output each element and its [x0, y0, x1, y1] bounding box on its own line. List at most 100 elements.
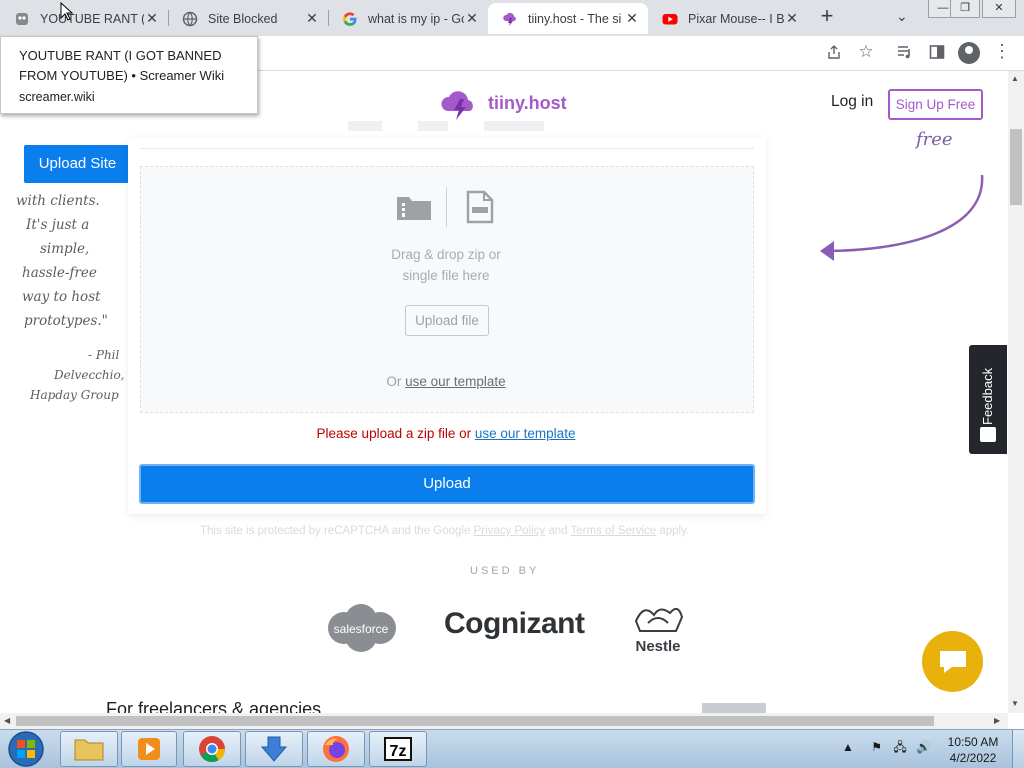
scroll-right-arrow-icon[interactable]: ▶	[994, 716, 1000, 725]
footer-partial-heading: For freelancers & agencies	[106, 699, 322, 713]
horizontal-scroll-thumb[interactable]	[16, 716, 934, 726]
scroll-down-arrow-icon[interactable]: ▼	[1011, 699, 1019, 708]
google-icon	[342, 11, 358, 27]
privacy-policy-link[interactable]: Privacy Policy	[474, 525, 546, 537]
scroll-up-arrow-icon[interactable]: ▲	[1011, 74, 1019, 83]
new-tab-button[interactable]: +	[816, 5, 838, 28]
testimonial-author-line: Hapday Group	[30, 388, 119, 402]
close-tab-icon[interactable]: ✕	[624, 10, 640, 27]
testimonial-line: simple,	[40, 241, 90, 257]
template-hint: Or use our template	[296, 374, 596, 389]
media-controls-icon[interactable]	[895, 44, 915, 65]
icon-divider	[446, 187, 447, 227]
card-divider	[140, 148, 754, 149]
tab-youtube-rant[interactable]: YOUTUBE RANT (I ✕	[0, 3, 168, 34]
screamer-favicon-icon	[14, 11, 30, 27]
drop-text-line-1: Drag & drop zip or	[391, 247, 501, 262]
show-desktop-button[interactable]	[1012, 730, 1024, 768]
vertical-scrollbar[interactable]: ▲ ▼	[1008, 71, 1024, 713]
footer-image	[702, 703, 766, 713]
recaptcha-notice: This site is protected by reCAPTCHA and …	[200, 525, 689, 537]
testimonial-author-line: - Phil	[88, 348, 120, 362]
file-explorer-taskbar-icon[interactable]	[60, 731, 118, 767]
tooltip-title: YOUTUBE RANT (I GOT BANNED FROM YOUTUBE)…	[19, 48, 225, 83]
error-use-template-link[interactable]: use our template	[475, 426, 576, 441]
tab-hover-tooltip: YOUTUBE RANT (I GOT BANNED FROM YOUTUBE)…	[0, 36, 258, 114]
tab-what-is-my-ip[interactable]: what is my ip - Go ✕	[328, 3, 488, 34]
faded-header-text	[326, 71, 576, 81]
terms-of-service-link[interactable]: Terms of Service	[571, 525, 657, 537]
tab-tiiny-host[interactable]: tiiny.host - The si ✕	[488, 3, 648, 34]
profile-avatar-icon[interactable]	[958, 42, 980, 64]
windows-start-button[interactable]	[4, 730, 48, 768]
system-tray: ▲ ⚑ 🖧 🔊	[842, 738, 931, 759]
recaptcha-text: apply.	[656, 525, 690, 537]
vertical-scroll-thumb[interactable]	[1010, 129, 1022, 205]
7zip-taskbar-icon[interactable]: 7z	[369, 731, 427, 767]
tab-strip: YOUTUBE RANT (I ✕ Site Blocked ✕ what is…	[0, 0, 1024, 36]
scroll-left-arrow-icon[interactable]: ◀	[4, 716, 10, 725]
tab-search-chevron-icon[interactable]: ⌄	[896, 8, 908, 25]
bookmark-star-icon[interactable]: ☆	[856, 42, 876, 62]
firefox-taskbar-icon[interactable]	[307, 731, 365, 767]
close-tab-icon[interactable]: ✕	[144, 10, 160, 27]
network-icon[interactable]: 🖧	[893, 740, 906, 754]
error-message: Please upload a zip file or use our temp…	[246, 426, 646, 441]
youtube-icon	[662, 11, 678, 27]
menu-kebab-icon[interactable]: ⋮	[992, 41, 1012, 62]
close-window-button[interactable]: ✕	[982, 0, 1016, 18]
show-hidden-icons-icon[interactable]: ▲	[842, 740, 854, 754]
tooltip-url: screamer.wiki	[19, 90, 95, 104]
chrome-taskbar-icon[interactable]	[183, 731, 241, 767]
login-link[interactable]: Log in	[831, 93, 873, 111]
testimonial-line: hassle-free	[22, 265, 97, 281]
close-tab-icon[interactable]: ✕	[464, 10, 480, 27]
share-icon[interactable]	[824, 44, 844, 65]
download-manager-taskbar-icon[interactable]	[245, 731, 303, 767]
close-tab-icon[interactable]: ✕	[304, 10, 320, 27]
tab-title: what is my ip - Go	[368, 11, 464, 26]
tab-title: YOUTUBE RANT (I	[40, 11, 144, 26]
tab-pixar-mouse[interactable]: Pixar Mouse-- I B ✕	[648, 3, 808, 34]
html-file-icon	[466, 190, 494, 224]
media-player-taskbar-icon[interactable]	[121, 731, 177, 767]
tab-title: tiiny.host - The si	[528, 11, 622, 26]
close-tab-icon[interactable]: ✕	[784, 10, 800, 27]
taskbar-clock[interactable]: 10:50 AM 4/2/2022	[940, 734, 1006, 766]
maximize-button[interactable]: ❐	[950, 0, 980, 18]
zip-folder-icon	[397, 197, 431, 220]
feedback-tab[interactable]: Feedback	[969, 345, 1007, 454]
tiiny-host-icon	[502, 11, 518, 27]
faded-upload-tabs	[348, 121, 544, 131]
upload-site-button[interactable]: Upload Site	[24, 145, 131, 183]
logo-text: tiiny.host	[488, 92, 567, 113]
testimonial-quote: with clients. It's just a simple, hassle…	[16, 189, 108, 333]
curved-arrow-icon	[820, 174, 984, 261]
testimonial-line: with clients.	[16, 193, 100, 209]
sign-up-free-button[interactable]: Sign Up Free	[888, 89, 983, 120]
used-by-label: USED BY	[470, 565, 540, 577]
nestle-logo-text: Nestle	[635, 638, 680, 655]
drop-text-line-2: single file here	[402, 268, 490, 283]
drop-instructions: Drag & drop zip or single file here	[340, 244, 552, 286]
upload-file-button[interactable]: Upload file	[405, 305, 489, 336]
cognizant-logo: Cognizant	[444, 607, 585, 640]
recaptcha-text: This site is protected by reCAPTCHA and …	[200, 525, 474, 537]
chat-bubble-icon	[940, 651, 966, 673]
use-template-link[interactable]: use our template	[405, 374, 506, 389]
side-panel-icon[interactable]	[927, 44, 947, 65]
chat-button[interactable]	[922, 631, 983, 692]
horizontal-scrollbar[interactable]: ◀ ▶	[0, 713, 1008, 729]
action-center-flag-icon[interactable]: ⚑	[871, 740, 882, 754]
globe-icon	[182, 11, 198, 27]
tiiny-host-logo[interactable]: tiiny.host	[440, 85, 567, 121]
windows-taskbar: 7z ▲ ⚑ 🖧 🔊 10:50 AM 4/2/2022	[0, 729, 1024, 768]
testimonial-author-line: Delvecchio,	[54, 368, 125, 382]
tab-site-blocked[interactable]: Site Blocked ✕	[168, 3, 328, 34]
mouse-cursor-icon	[60, 2, 74, 21]
volume-icon[interactable]: 🔊	[916, 740, 931, 754]
svg-text:7z: 7z	[390, 743, 407, 760]
salesforce-logo: salesforce	[328, 604, 396, 652]
testimonial-line: way to host	[22, 289, 101, 305]
upload-button[interactable]: Upload	[139, 464, 755, 504]
